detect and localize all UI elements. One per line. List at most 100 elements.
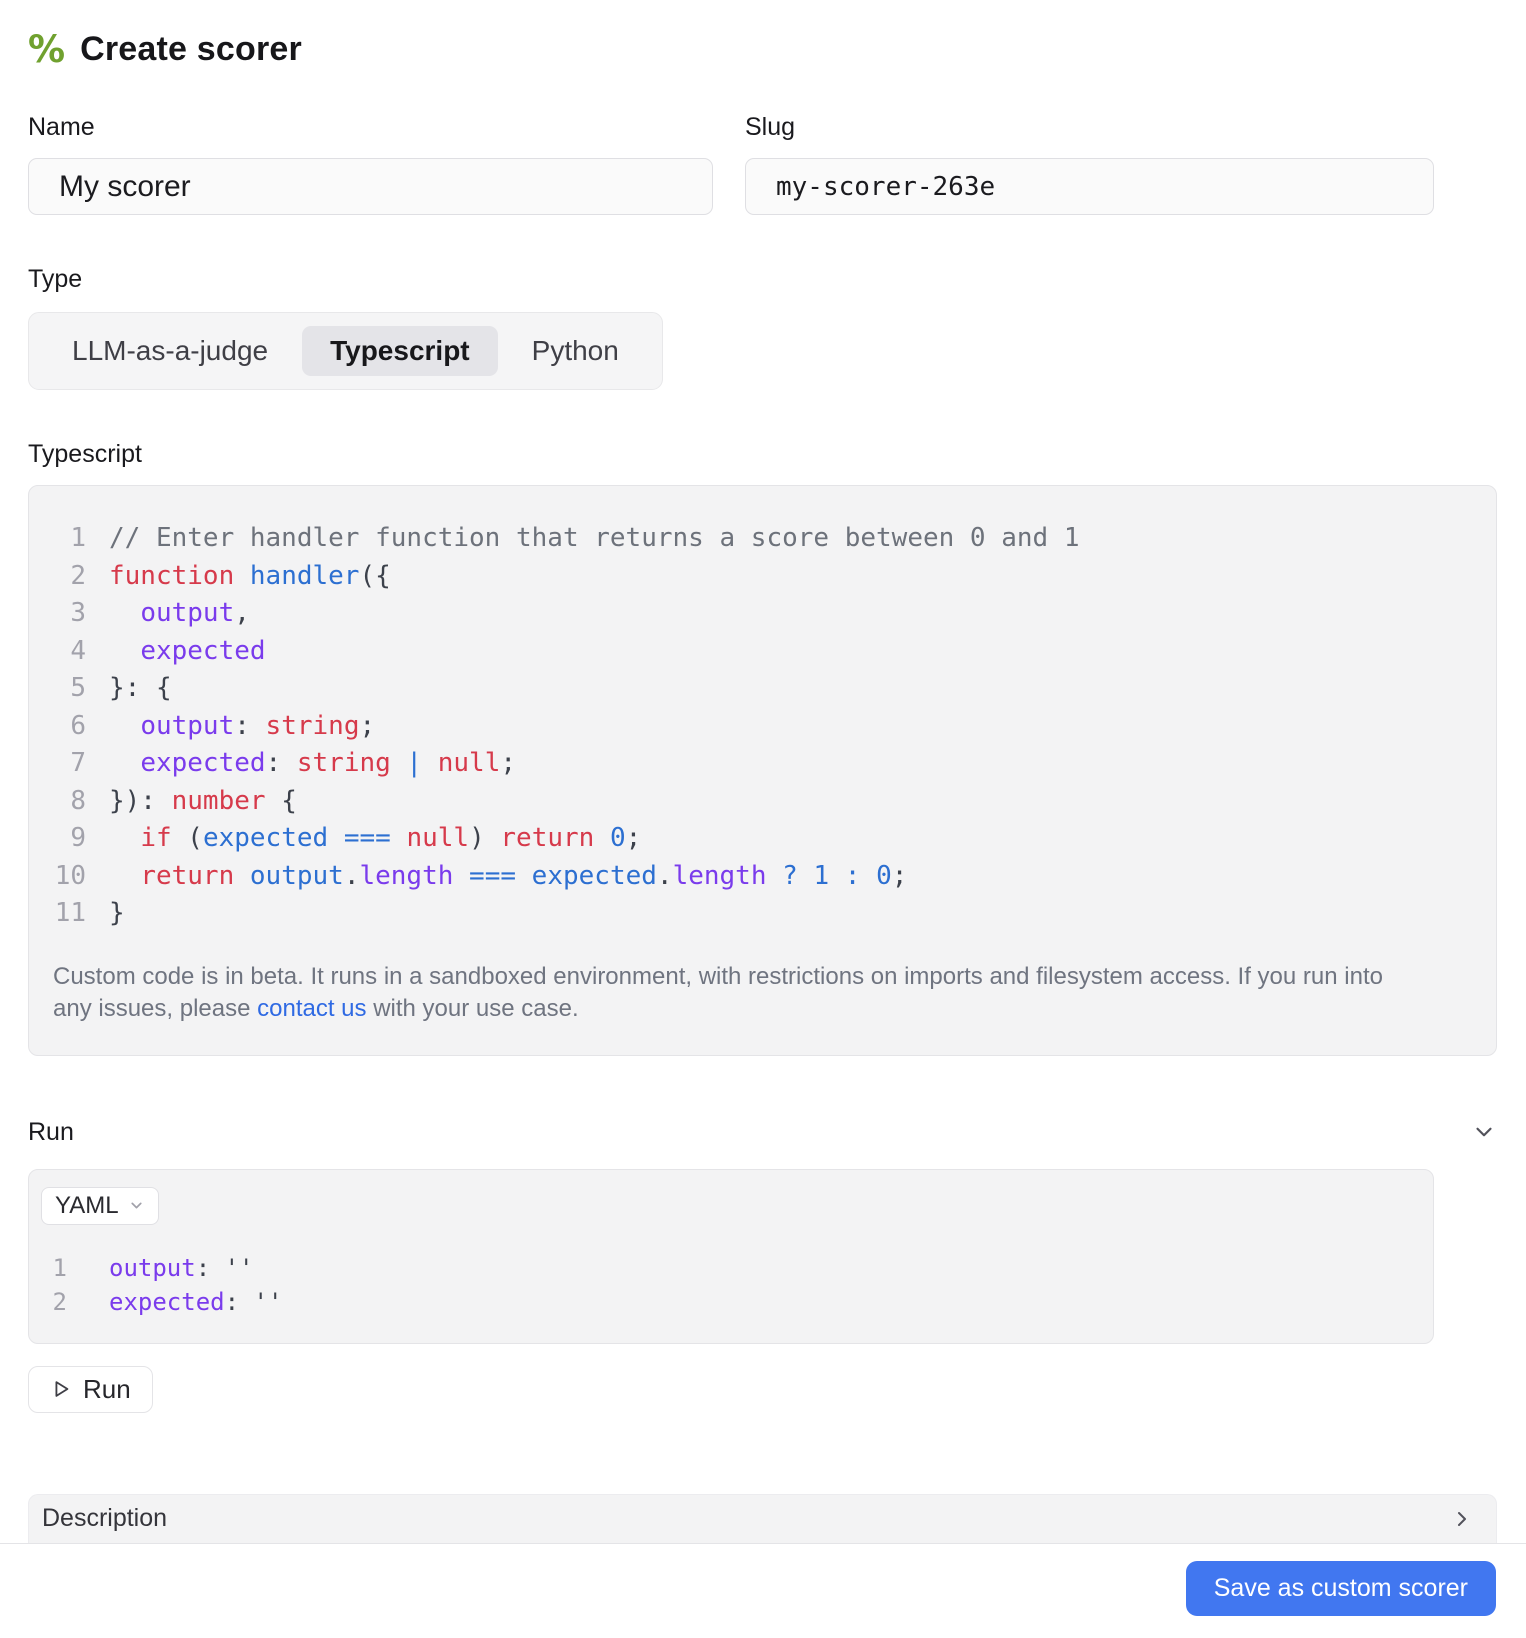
description-section-toggle[interactable]: Description bbox=[28, 1493, 1497, 1543]
code-line: 3 output, bbox=[29, 595, 1496, 633]
code-token-punct: : bbox=[265, 748, 297, 778]
line-number: 2 bbox=[70, 560, 86, 591]
code-line: 2 expected: '' bbox=[29, 1285, 1433, 1319]
slug-field-group: Slug bbox=[745, 113, 1434, 215]
code-line: 1 output: '' bbox=[29, 1251, 1433, 1285]
code-token-prop: expected bbox=[140, 748, 266, 778]
code-token-kw: null bbox=[406, 823, 470, 853]
code-token-punct: ; bbox=[500, 748, 517, 778]
code-token-prop: expected bbox=[140, 635, 266, 666]
page-title: Create scorer bbox=[80, 30, 302, 68]
chevron-down-icon[interactable] bbox=[1471, 1119, 1497, 1145]
line-number: 11 bbox=[54, 898, 86, 928]
slug-label: Slug bbox=[745, 113, 796, 141]
type-option-llm-as-a-judge[interactable]: LLM-as-a-judge bbox=[44, 326, 296, 376]
code-token-punct: ) bbox=[469, 823, 501, 853]
percent-icon: % bbox=[28, 28, 66, 71]
footer-bar: Save as custom scorer bbox=[28, 1544, 1497, 1616]
run-button[interactable]: Run bbox=[28, 1365, 153, 1413]
code-line: 10 return output.length === expected.len… bbox=[29, 858, 1496, 896]
run-input-editor[interactable]: YAML 1 output: '' 2 expected: '' bbox=[28, 1168, 1434, 1344]
line-number: 2 bbox=[52, 1287, 67, 1316]
code-line-content: expected: string | null; bbox=[86, 745, 516, 783]
code-line-content: output, bbox=[86, 595, 250, 633]
name-label: Name bbox=[28, 113, 95, 141]
code-token-ident: output bbox=[249, 860, 344, 891]
code-token-punct: ; bbox=[891, 860, 908, 891]
code-token-kw: null bbox=[437, 748, 501, 778]
code-token-prop: length bbox=[672, 860, 767, 891]
slug-input[interactable] bbox=[745, 158, 1434, 215]
code-token-op: | bbox=[390, 748, 438, 778]
run-button-label: Run bbox=[83, 1373, 131, 1404]
code-line-content: }: { bbox=[86, 670, 172, 708]
typescript-label: Typescript bbox=[28, 440, 142, 468]
code-line: 6 output: string; bbox=[29, 708, 1496, 746]
line-number: 4 bbox=[70, 635, 86, 666]
contact-us-link[interactable]: contact us bbox=[257, 995, 366, 1022]
run-code-lines: 1 output: '' 2 expected: '' bbox=[29, 1251, 1433, 1319]
code-token-punct: ; bbox=[625, 823, 642, 853]
type-option-python[interactable]: Python bbox=[504, 326, 647, 376]
code-line-content: return output.length === expected.length… bbox=[86, 858, 907, 896]
code-line-content: function handler({ bbox=[86, 558, 391, 596]
type-option-typescript[interactable]: Typescript bbox=[302, 326, 498, 376]
code-token-punct: ({ bbox=[359, 560, 391, 591]
line-number: 7 bbox=[70, 748, 86, 778]
code-line: 1 // Enter handler function that returns … bbox=[29, 520, 1496, 558]
code-token-prop: output bbox=[109, 1253, 196, 1282]
code-token-kw: if bbox=[140, 823, 172, 853]
line-number: 10 bbox=[54, 860, 86, 891]
code-token-op: : bbox=[829, 860, 877, 891]
code-token-fn: handler bbox=[249, 560, 360, 591]
code-line-content: } bbox=[86, 895, 125, 933]
run-section-header: Run bbox=[28, 1118, 1497, 1147]
name-slug-row: Name Slug bbox=[28, 113, 1497, 215]
code-line-content: // Enter handler function that returns a… bbox=[86, 520, 1080, 558]
code-token-kw: return bbox=[140, 860, 235, 891]
type-field-group: Type LLM-as-a-judge Typescript Python bbox=[28, 265, 1497, 390]
save-as-custom-scorer-button[interactable]: Save as custom scorer bbox=[1185, 1560, 1496, 1616]
code-token-kw: function bbox=[109, 560, 235, 591]
name-input[interactable] bbox=[28, 158, 713, 215]
run-label: Run bbox=[28, 1117, 74, 1146]
code-token-prop: output bbox=[140, 710, 235, 741]
line-number: 8 bbox=[70, 785, 86, 816]
chevron-right-icon bbox=[1450, 1507, 1474, 1531]
code-token-punct: }): bbox=[109, 785, 172, 816]
code-token-kw: string bbox=[265, 710, 360, 741]
line-number: 5 bbox=[70, 673, 86, 703]
code-line: 5 }: { bbox=[29, 670, 1496, 708]
code-token-comment: // Enter handler function that returns a… bbox=[109, 523, 1080, 553]
typescript-code-editor[interactable]: 1 // Enter handler function that returns … bbox=[28, 485, 1497, 1056]
code-token-prop: output bbox=[140, 598, 235, 628]
format-select-value: YAML bbox=[55, 1191, 119, 1219]
description-label: Description bbox=[42, 1504, 168, 1532]
beta-notice-text-after: with your use case. bbox=[366, 994, 579, 1022]
code-token-punct: ( bbox=[171, 823, 203, 853]
line-number: 6 bbox=[70, 710, 86, 741]
code-token-op: ? bbox=[766, 860, 814, 891]
typescript-field-group: Typescript 1 // Enter handler function th… bbox=[28, 440, 1497, 1056]
type-segmented-control: LLM-as-a-judge Typescript Python bbox=[28, 312, 663, 390]
code-token-punct: ; bbox=[359, 710, 376, 741]
code-token-punct: }: { bbox=[109, 673, 172, 703]
code-line-content: expected bbox=[86, 633, 266, 671]
code-token-op: === bbox=[453, 860, 532, 891]
code-line-content: }): number { bbox=[86, 783, 297, 821]
line-number: 3 bbox=[70, 598, 86, 628]
code-line: 4 expected bbox=[29, 633, 1496, 671]
code-line-content: expected: '' bbox=[67, 1285, 282, 1319]
play-icon bbox=[50, 1378, 72, 1400]
type-label: Type bbox=[28, 265, 83, 293]
line-number: 1 bbox=[52, 1253, 67, 1282]
line-number: 1 bbox=[70, 523, 86, 553]
format-select-button[interactable]: YAML bbox=[41, 1186, 159, 1225]
code-token-op: === bbox=[328, 823, 407, 853]
